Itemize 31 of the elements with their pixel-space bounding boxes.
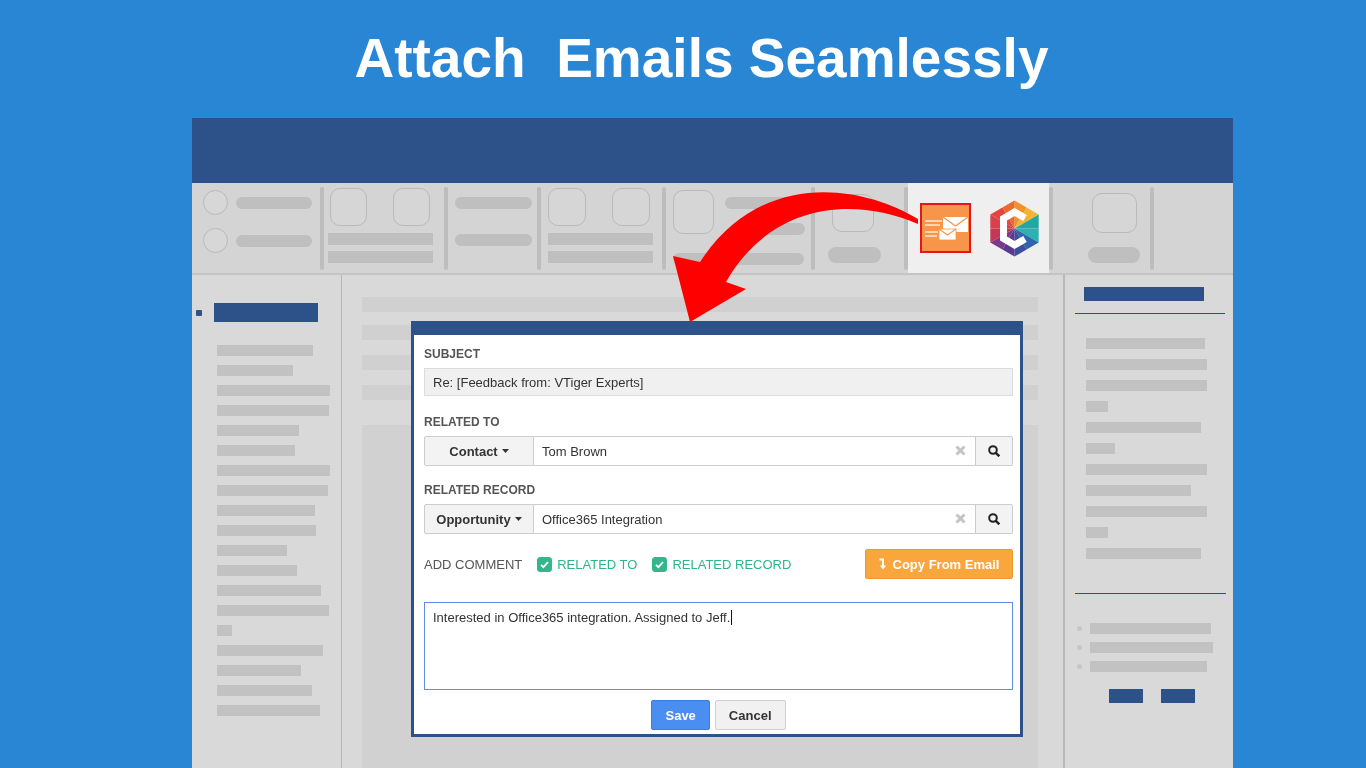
caret-down-icon xyxy=(501,449,509,453)
checkbox[interactable] xyxy=(537,556,553,572)
search-button[interactable] xyxy=(976,436,1013,466)
placeholder-square xyxy=(673,190,714,234)
cancel-button[interactable]: Cancel xyxy=(714,700,786,730)
checkbox[interactable] xyxy=(652,556,668,572)
field-label: ADD COMMENT xyxy=(424,556,523,572)
comment-field[interactable]: Interested in Office365 integration. Assigned to Jeff. xyxy=(424,602,1013,690)
caret-down-icon xyxy=(514,517,522,521)
search-button[interactable] xyxy=(976,504,1013,534)
hexagon-logo-icon[interactable] xyxy=(988,199,1041,257)
subject-field[interactable]: Re: [Feedback from: VTiger Experts] xyxy=(424,368,1013,396)
turn-down-arrow-icon xyxy=(878,558,887,570)
placeholder-block xyxy=(1109,689,1143,703)
text-cursor-icon xyxy=(731,610,733,625)
lookup-field[interactable]: Tom Brown xyxy=(534,436,976,466)
placeholder-block xyxy=(1161,689,1195,703)
lookup-field[interactable]: Office365 Integration xyxy=(534,504,976,534)
module-dropdown[interactable]: Opportunity xyxy=(424,504,534,534)
field-label: RELATED TO xyxy=(424,415,501,429)
placeholder-square xyxy=(1092,193,1137,233)
email-icon[interactable] xyxy=(920,203,971,253)
field-label: SUBJECT xyxy=(424,347,481,361)
bullet-icon xyxy=(196,309,202,316)
search-icon xyxy=(988,513,1000,525)
field-label: RELATED RECORD xyxy=(424,483,537,497)
placeholder-circle xyxy=(203,228,228,253)
placeholder-circle xyxy=(203,190,228,215)
search-icon xyxy=(988,445,1000,457)
comment-text: Interested in Office365 integration. Assigned to Jeff. xyxy=(433,610,731,625)
module-dropdown[interactable]: Contact xyxy=(424,436,534,466)
